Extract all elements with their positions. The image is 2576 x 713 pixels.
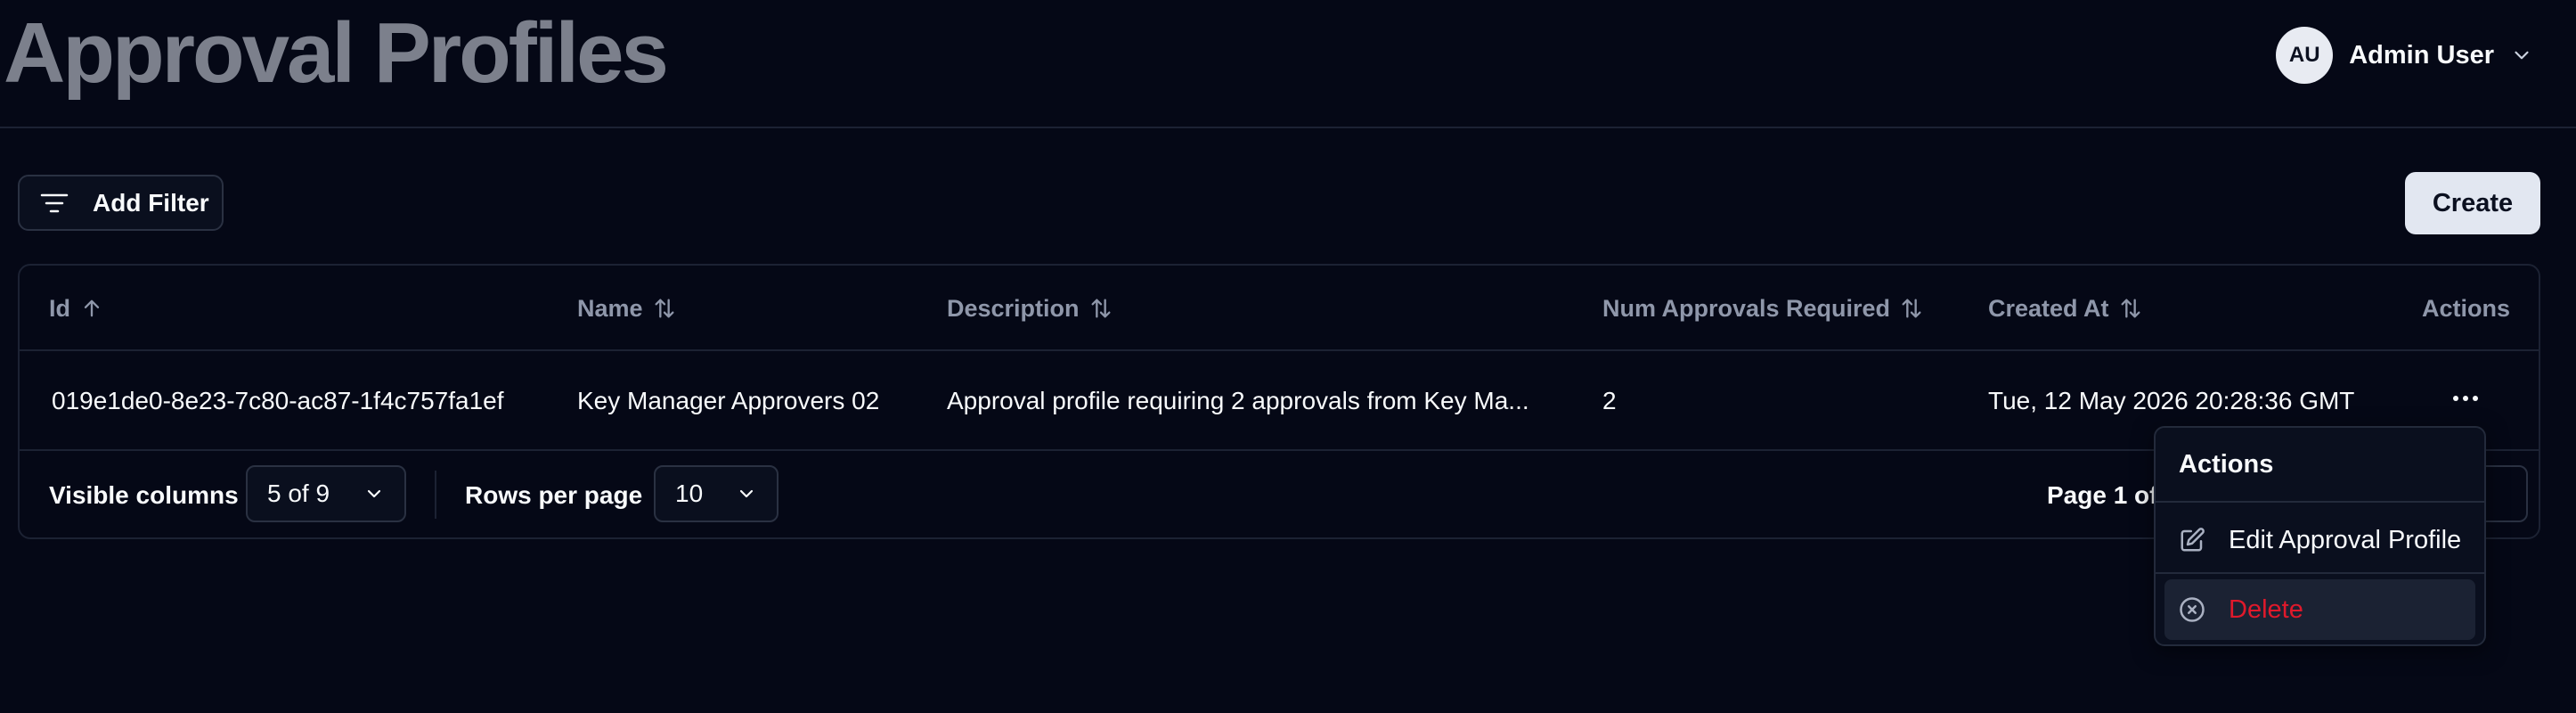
edit-icon	[2181, 528, 2205, 552]
table-header-row: Id Name Description Num Approvals Requir…	[20, 266, 2539, 351]
column-header-label: Name	[577, 294, 643, 322]
rows-per-page-label: Rows per page	[465, 480, 643, 509]
page-title: Approval Profiles	[4, 5, 669, 101]
visible-columns-value: 5 of 9	[267, 479, 330, 507]
actions-menu-title: Actions	[2179, 449, 2274, 479]
column-header-label: Description	[947, 294, 1080, 322]
column-header-num-approvals[interactable]: Num Approvals Required	[1602, 266, 1924, 351]
sort-ascending-icon	[84, 299, 100, 317]
page-info: Page 1 of	[2047, 480, 2158, 509]
delete-menu-item[interactable]: Delete	[2164, 579, 2475, 640]
column-header-created-at[interactable]: Created At	[1988, 266, 2143, 351]
filter-icon	[40, 193, 69, 212]
menu-item-label: Edit Approval Profile	[2229, 525, 2462, 554]
visible-columns-select[interactable]: 5 of 9	[246, 465, 406, 522]
edit-approval-profile-menu-item[interactable]: Edit Approval Profile	[2164, 510, 2475, 570]
column-header-actions: Actions	[2422, 266, 2510, 351]
rows-per-page-select[interactable]: 10	[654, 465, 779, 522]
add-filter-button[interactable]: Add Filter	[18, 175, 224, 231]
avatar: AU	[2276, 27, 2334, 84]
create-button[interactable]: Create	[2405, 172, 2540, 234]
row-actions-menu-button[interactable]	[2448, 385, 2483, 412]
x-circle-icon	[2180, 597, 2205, 622]
column-header-name[interactable]: Name	[577, 266, 677, 351]
add-filter-label: Add Filter	[93, 188, 209, 217]
sort-toggle-icon	[655, 299, 674, 318]
chevron-down-icon	[2515, 51, 2529, 60]
menu-item-label: Delete	[2229, 594, 2303, 624]
rows-per-page-value: 10	[675, 479, 704, 507]
chevron-down-icon	[367, 489, 381, 498]
cell-id: 019e1de0-8e23-7c80-ac87-1f4c757fa1ef	[52, 387, 504, 414]
header-divider	[0, 127, 2576, 128]
visible-columns-label: Visible columns	[49, 480, 239, 509]
sort-toggle-icon	[2121, 299, 2140, 318]
column-header-label: Id	[49, 294, 70, 322]
column-header-description[interactable]: Description	[947, 266, 1113, 351]
sort-toggle-icon	[1091, 299, 1111, 318]
user-menu[interactable]: AU Admin User	[2276, 27, 2533, 84]
cell-description: Approval profile requiring 2 approvals f…	[947, 387, 1529, 414]
column-header-label: Num Approvals Required	[1602, 294, 1891, 322]
user-name: Admin User	[2349, 40, 2494, 70]
chevron-down-icon	[739, 489, 754, 498]
column-header-label: Created At	[1988, 294, 2109, 322]
more-dot	[2473, 396, 2478, 401]
menu-divider	[2156, 572, 2484, 574]
column-header-id[interactable]: Id	[49, 266, 104, 351]
actions-dropdown-menu: Actions Edit Approval Profile Delete	[2154, 426, 2486, 646]
column-header-label: Actions	[2421, 294, 2510, 322]
approval-profiles-page: Approval Profiles AU Admin User Add Filt…	[0, 0, 2576, 713]
menu-divider	[2156, 501, 2484, 503]
more-dot	[2463, 396, 2468, 401]
sort-toggle-icon	[1902, 299, 1921, 318]
cell-name: Key Manager Approvers 02	[577, 387, 880, 414]
more-dot	[2453, 396, 2458, 401]
footer-divider	[435, 471, 436, 519]
cell-num-approvals: 2	[1602, 387, 1617, 414]
